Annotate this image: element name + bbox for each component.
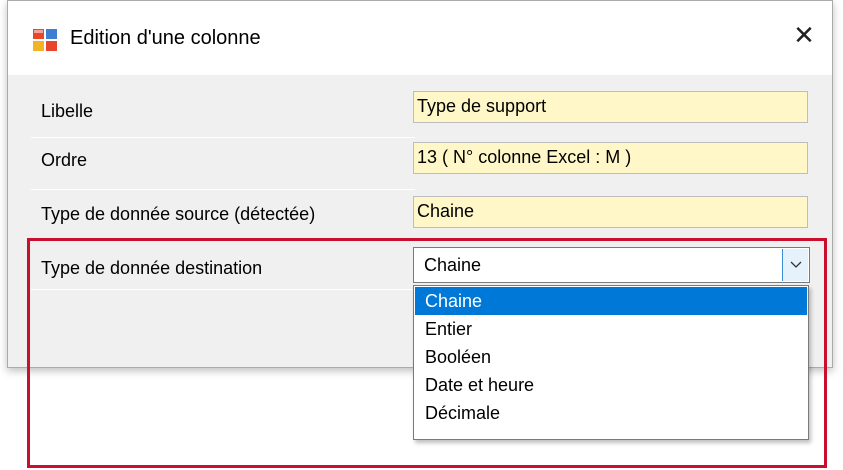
ordre-label: Ordre <box>41 150 88 170</box>
dropdown-option-entier[interactable]: Entier <box>415 315 807 343</box>
libelle-label: Libelle <box>41 101 94 121</box>
dialog-title: Edition d'une colonne <box>70 27 261 49</box>
chevron-down-icon <box>790 256 802 274</box>
row-divider <box>31 137 415 138</box>
close-button[interactable]: ✕ <box>784 15 824 55</box>
combobox-dropdown-button[interactable] <box>782 249 808 281</box>
dropdown-option-booleen[interactable]: Booléen <box>415 343 807 371</box>
type-source-label: Type de donnée source (détectée) <box>41 204 316 224</box>
libelle-field[interactable]: Type de support <box>413 91 808 123</box>
type-destination-label: Type de donnée destination <box>41 258 263 278</box>
row-divider <box>31 189 415 190</box>
close-icon: ✕ <box>793 19 815 50</box>
row-divider <box>31 240 415 241</box>
row-divider <box>31 289 415 290</box>
resize-grip-icon[interactable]: ⋮ <box>820 353 830 363</box>
form-app-icon <box>33 29 57 51</box>
dropdown-option-decimale[interactable]: Décimale <box>415 399 807 427</box>
combobox-value: Chaine <box>424 255 482 275</box>
dropdown-option-date-et-heure[interactable]: Date et heure <box>415 371 807 399</box>
dialog-titlebar[interactable]: Edition d'une colonne ✕ <box>8 1 832 75</box>
screenshot-canvas: Edition d'une colonne ✕ Libelle Type de … <box>0 0 843 470</box>
type-destination-dropdown-list: Chaine Entier Booléen Date et heure Déci… <box>413 285 809 440</box>
ordre-field[interactable]: 13 ( N° colonne Excel : M ) <box>413 142 808 174</box>
type-source-field[interactable]: Chaine <box>413 196 808 228</box>
dropdown-option-chaine[interactable]: Chaine <box>415 287 807 315</box>
type-destination-combobox[interactable]: Chaine <box>413 247 810 283</box>
